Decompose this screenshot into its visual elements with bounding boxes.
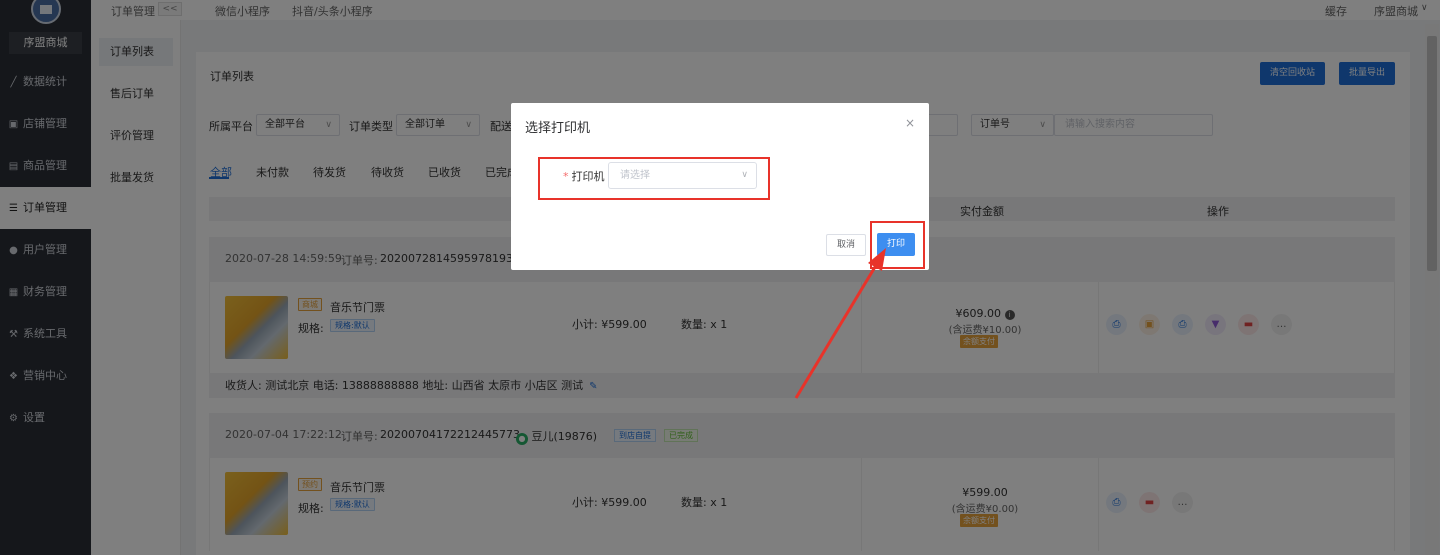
modal-overlay[interactable] bbox=[0, 0, 1440, 555]
dialog-title: 选择打印机 bbox=[525, 121, 591, 136]
select-printer-dialog: 选择打印机 × * 打印机 请选择 ∨ 取消 打印 bbox=[511, 103, 929, 270]
printer-label-text: 打印机 bbox=[571, 170, 605, 183]
printer-select-placeholder: 请选择 bbox=[620, 170, 650, 181]
printer-select[interactable]: 请选择 ∨ bbox=[608, 162, 757, 189]
cancel-button[interactable]: 取消 bbox=[826, 234, 866, 256]
print-button[interactable]: 打印 bbox=[877, 233, 915, 256]
close-icon[interactable]: × bbox=[905, 116, 915, 130]
required-mark: * bbox=[563, 170, 569, 183]
chevron-down-icon: ∨ bbox=[741, 170, 748, 180]
printer-field-label: * 打印机 bbox=[563, 168, 605, 184]
